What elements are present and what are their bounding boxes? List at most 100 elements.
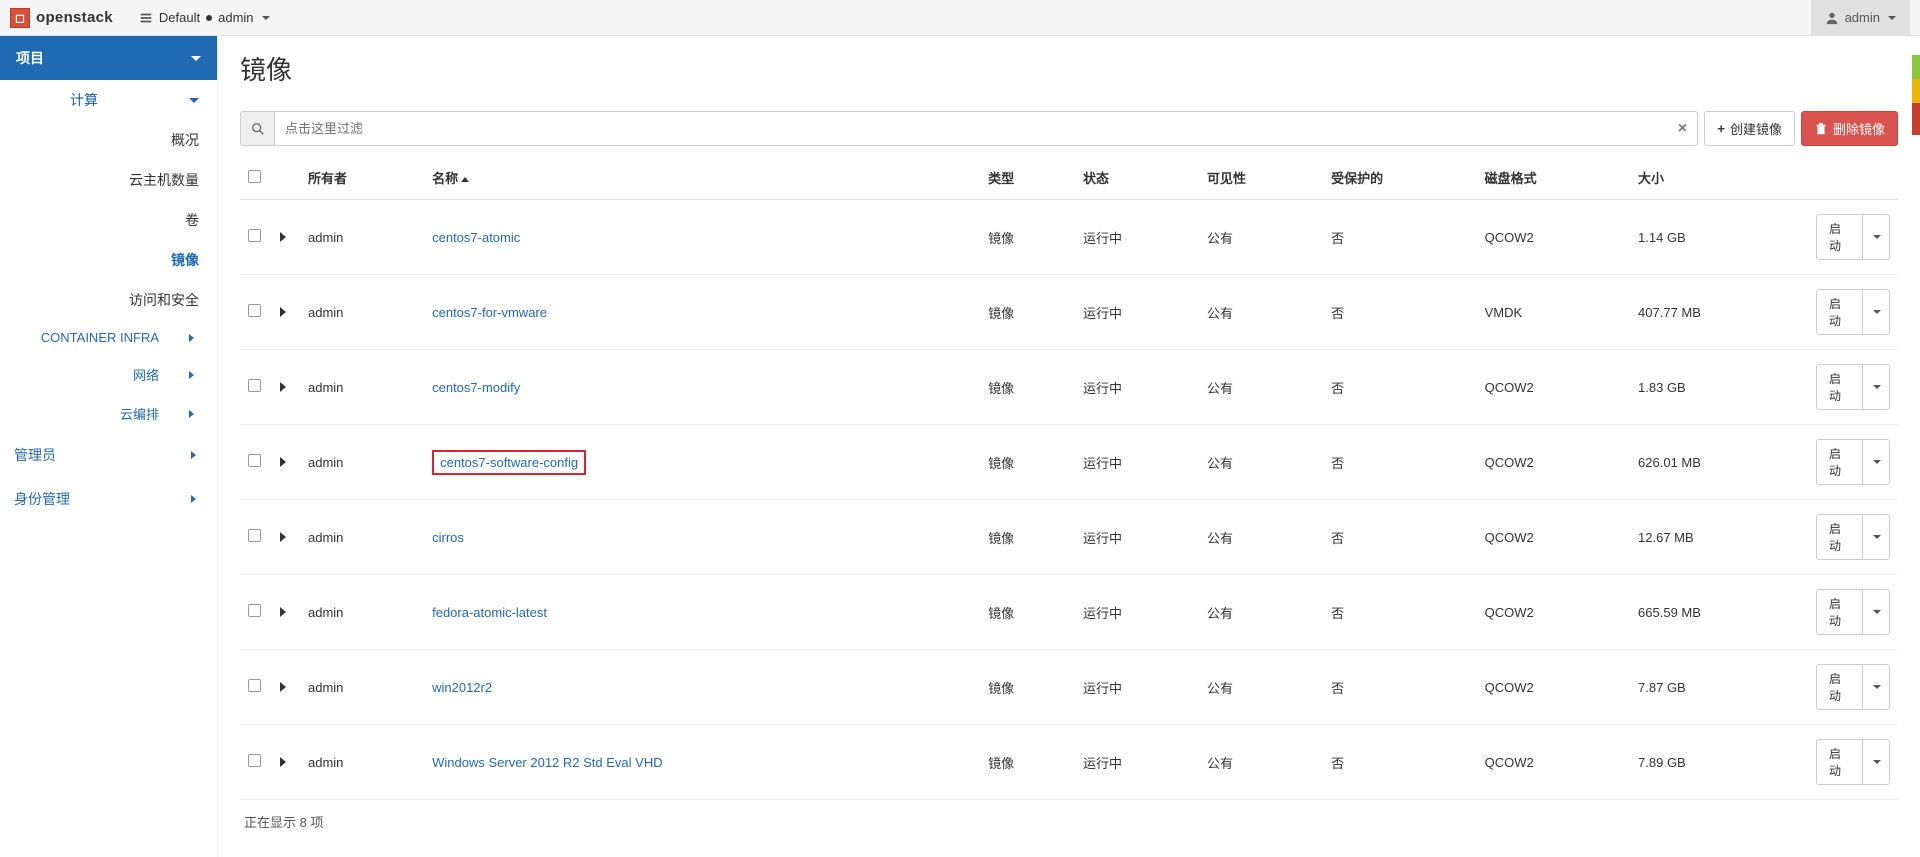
nav-compute[interactable]: 计算 bbox=[0, 80, 217, 120]
user-menu[interactable]: admin bbox=[1811, 0, 1910, 36]
col-protected[interactable]: 受保护的 bbox=[1323, 156, 1476, 200]
launch-button[interactable]: 启动 bbox=[1816, 364, 1863, 410]
action-dropdown[interactable] bbox=[1863, 364, 1890, 410]
page-title: 镜像 bbox=[240, 50, 1898, 87]
nav-container-infra-label: CONTAINER INFRA bbox=[18, 330, 189, 345]
cell-visibility: 公有 bbox=[1199, 725, 1323, 800]
cell-disk-format: QCOW2 bbox=[1477, 650, 1630, 725]
col-visibility[interactable]: 可见性 bbox=[1199, 156, 1323, 200]
expand-row-icon[interactable] bbox=[280, 382, 286, 392]
col-owner[interactable]: 所有者 bbox=[300, 156, 424, 200]
row-checkbox[interactable] bbox=[248, 604, 261, 617]
cell-visibility: 公有 bbox=[1199, 650, 1323, 725]
nav-volumes[interactable]: 卷 bbox=[0, 200, 217, 240]
cell-protected: 否 bbox=[1323, 725, 1476, 800]
action-dropdown[interactable] bbox=[1863, 589, 1890, 635]
launch-button[interactable]: 启动 bbox=[1816, 439, 1863, 485]
launch-button[interactable]: 启动 bbox=[1816, 214, 1863, 260]
cell-name: centos7-for-vmware bbox=[424, 275, 980, 350]
image-name-link[interactable]: cirros bbox=[432, 530, 464, 545]
search-input[interactable] bbox=[275, 112, 1667, 145]
image-name-link[interactable]: centos7-for-vmware bbox=[432, 305, 547, 320]
clear-search-button[interactable]: × bbox=[1667, 112, 1697, 145]
cell-size: 626.01 MB bbox=[1630, 425, 1808, 500]
cell-disk-format: QCOW2 bbox=[1477, 200, 1630, 275]
col-status[interactable]: 状态 bbox=[1075, 156, 1199, 200]
cell-owner: admin bbox=[300, 500, 424, 575]
image-name-link[interactable]: win2012r2 bbox=[432, 680, 492, 695]
launch-button[interactable]: 启动 bbox=[1816, 589, 1863, 635]
caret-down-icon bbox=[1873, 610, 1881, 614]
row-checkbox[interactable] bbox=[248, 754, 261, 767]
cell-disk-format: QCOW2 bbox=[1477, 425, 1630, 500]
expand-row-icon[interactable] bbox=[280, 532, 286, 542]
cell-status: 运行中 bbox=[1075, 275, 1199, 350]
nav-orchestration[interactable]: 云编排 bbox=[0, 394, 217, 433]
nav-identity[interactable]: 身份管理 bbox=[0, 477, 217, 521]
row-checkbox[interactable] bbox=[248, 229, 261, 242]
image-name-link[interactable]: centos7-modify bbox=[432, 380, 520, 395]
cell-disk-format: QCOW2 bbox=[1477, 575, 1630, 650]
expand-row-icon[interactable] bbox=[280, 232, 286, 242]
nav-instances[interactable]: 云主机数量 bbox=[0, 160, 217, 200]
cell-type: 镜像 bbox=[980, 350, 1075, 425]
nav-admin[interactable]: 管理员 bbox=[0, 433, 217, 477]
context-picker[interactable]: Default admin bbox=[131, 6, 278, 29]
nav-network[interactable]: 网络 bbox=[0, 355, 217, 394]
chevron-right-icon bbox=[189, 371, 199, 379]
row-checkbox[interactable] bbox=[248, 679, 261, 692]
nav-access[interactable]: 访问和安全 bbox=[0, 280, 217, 320]
launch-button[interactable]: 启动 bbox=[1816, 739, 1863, 785]
col-type[interactable]: 类型 bbox=[980, 156, 1075, 200]
launch-button[interactable]: 启动 bbox=[1816, 289, 1863, 335]
image-name-link[interactable]: fedora-atomic-latest bbox=[432, 605, 547, 620]
row-checkbox[interactable] bbox=[248, 529, 261, 542]
launch-button[interactable]: 启动 bbox=[1816, 514, 1863, 560]
cell-status: 运行中 bbox=[1075, 350, 1199, 425]
brand-logo[interactable]: ◻ openstack bbox=[10, 8, 113, 28]
table-row: admincentos7-for-vmware镜像运行中公有否VMDK407.7… bbox=[240, 275, 1898, 350]
launch-button[interactable]: 启动 bbox=[1816, 664, 1863, 710]
nav-project[interactable]: 项目 bbox=[0, 36, 217, 80]
action-dropdown[interactable] bbox=[1863, 214, 1890, 260]
expand-row-icon[interactable] bbox=[280, 607, 286, 617]
expand-row-icon[interactable] bbox=[280, 457, 286, 467]
nav-admin-label: 管理员 bbox=[14, 445, 56, 465]
nav-project-label: 项目 bbox=[16, 48, 44, 68]
nav-overview[interactable]: 概况 bbox=[0, 120, 217, 160]
expand-row-icon[interactable] bbox=[280, 682, 286, 692]
cell-type: 镜像 bbox=[980, 725, 1075, 800]
openstack-icon: ◻ bbox=[10, 8, 30, 28]
nav-images[interactable]: 镜像 bbox=[0, 240, 217, 280]
action-dropdown[interactable] bbox=[1863, 514, 1890, 560]
caret-down-icon bbox=[1873, 385, 1881, 389]
expand-row-icon[interactable] bbox=[280, 307, 286, 317]
expand-row-icon[interactable] bbox=[280, 757, 286, 767]
action-dropdown[interactable] bbox=[1863, 664, 1890, 710]
image-name-link[interactable]: Windows Server 2012 R2 Std Eval VHD bbox=[432, 755, 662, 770]
domain-label: Default bbox=[159, 10, 200, 25]
col-size[interactable]: 大小 bbox=[1630, 156, 1808, 200]
action-dropdown[interactable] bbox=[1863, 439, 1890, 485]
col-name[interactable]: 名称 bbox=[424, 156, 980, 200]
chevron-down-icon bbox=[191, 56, 201, 61]
delete-image-button[interactable]: 删除镜像 bbox=[1801, 111, 1898, 146]
action-dropdown[interactable] bbox=[1863, 289, 1890, 335]
row-checkbox[interactable] bbox=[248, 379, 261, 392]
create-image-button[interactable]: + 创建镜像 bbox=[1704, 111, 1795, 146]
cell-visibility: 公有 bbox=[1199, 575, 1323, 650]
row-checkbox[interactable] bbox=[248, 454, 261, 467]
action-dropdown[interactable] bbox=[1863, 739, 1890, 785]
trash-icon bbox=[1814, 122, 1828, 136]
nav-container-infra[interactable]: CONTAINER INFRA bbox=[0, 320, 217, 355]
select-all-checkbox[interactable] bbox=[248, 170, 261, 183]
table-row: adminfedora-atomic-latest镜像运行中公有否QCOW266… bbox=[240, 575, 1898, 650]
row-checkbox[interactable] bbox=[248, 304, 261, 317]
cell-visibility: 公有 bbox=[1199, 425, 1323, 500]
image-name-link[interactable]: centos7-atomic bbox=[432, 230, 520, 245]
user-icon bbox=[1825, 11, 1839, 25]
caret-down-icon bbox=[1873, 685, 1881, 689]
caret-down-icon bbox=[1873, 235, 1881, 239]
image-name-link[interactable]: centos7-software-config bbox=[440, 455, 578, 470]
col-disk-format[interactable]: 磁盘格式 bbox=[1477, 156, 1630, 200]
